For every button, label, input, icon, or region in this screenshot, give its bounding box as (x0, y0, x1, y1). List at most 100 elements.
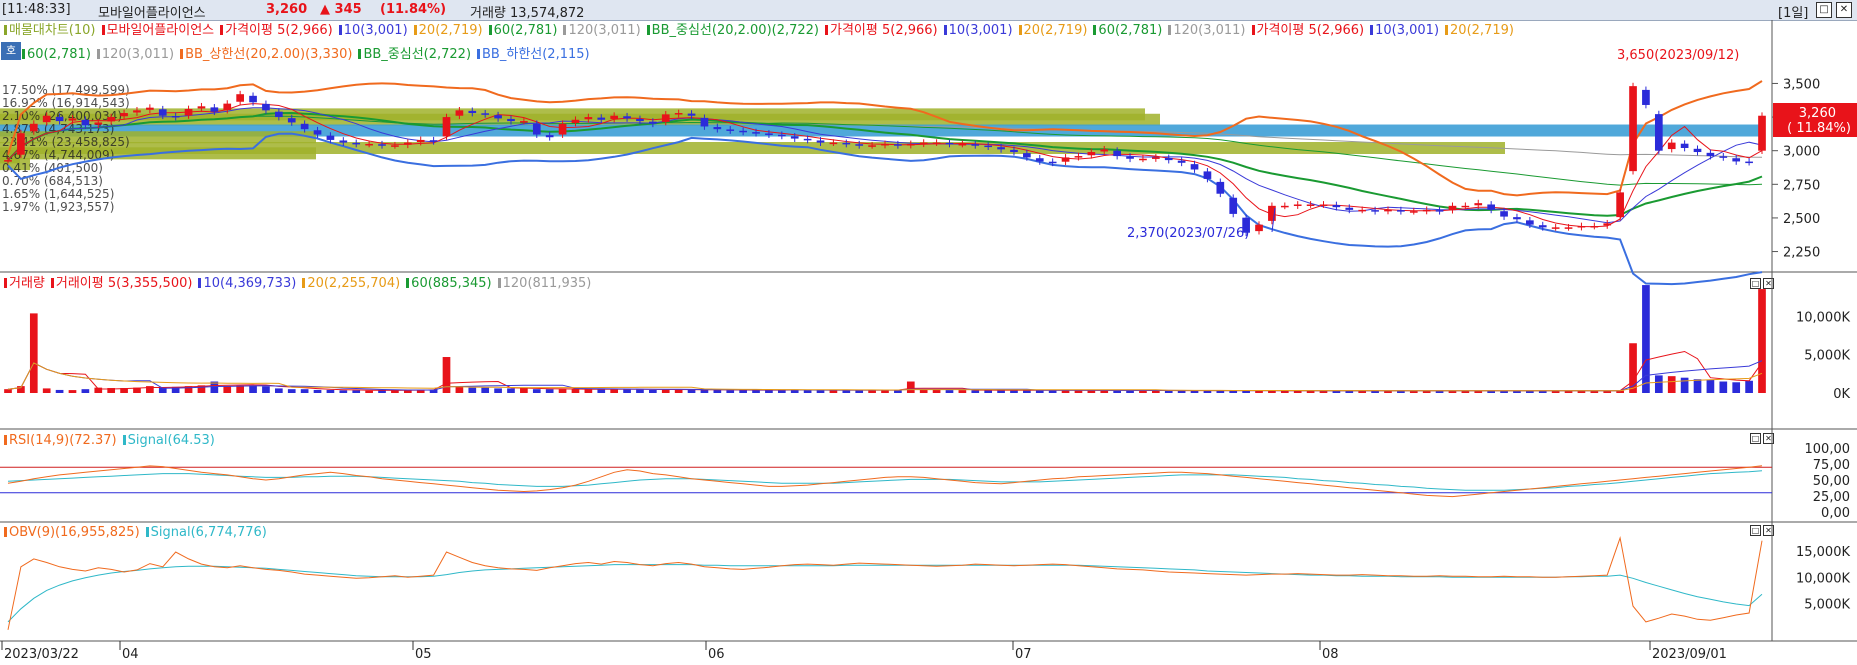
candle-body (674, 113, 683, 115)
candle-body (313, 130, 322, 135)
low-annotation: 2,370(2023/07/26) (1127, 226, 1249, 241)
candle-body (249, 95, 257, 103)
candle-body (1306, 204, 1315, 206)
candle-body (352, 142, 361, 145)
volume-bar (1693, 379, 1702, 393)
candle-body (1177, 160, 1186, 163)
volume-bar (1732, 382, 1741, 393)
volume-tick-label: 10,000K (1796, 310, 1850, 325)
volume-tick-label: 5,000K (1804, 349, 1850, 364)
candle-body (997, 147, 1005, 150)
volume-bar (919, 389, 928, 393)
current-price-tag-pct: ( 11.84%) (1787, 121, 1851, 136)
volume-bar (545, 389, 554, 393)
candle-body (1293, 204, 1302, 206)
volume-bar (1667, 376, 1676, 393)
volume-bar (1113, 390, 1121, 393)
candle-body (700, 117, 709, 127)
candle-body (1319, 204, 1328, 206)
candle-body (881, 143, 889, 146)
candle-body (1422, 209, 1431, 212)
volume-bar (1654, 375, 1663, 393)
volume-tick-label: 0K (1833, 387, 1850, 402)
obv-tick-label: 5,000K (1804, 598, 1850, 613)
candle-body (1332, 205, 1341, 208)
volume-bar (610, 389, 619, 393)
candle-body (94, 122, 103, 125)
volume-bar (1680, 377, 1689, 393)
candle-body (1448, 205, 1457, 211)
volume-bar (313, 389, 322, 393)
candle-body (339, 140, 348, 143)
volume-ma10-line (7, 360, 1763, 392)
candle-body (416, 139, 425, 143)
high-annotation: 3,650(2023/09/12) (1617, 48, 1739, 63)
volume-bar (520, 388, 528, 393)
volume-bar (455, 386, 464, 393)
candle-body (1693, 148, 1702, 153)
candle-body (236, 94, 244, 102)
candle-body (1255, 224, 1263, 232)
candle-body (1126, 156, 1134, 159)
candle-body (1629, 86, 1637, 172)
price-tick-label: 2,500 (1783, 212, 1820, 227)
obv-line (7, 535, 1763, 630)
x-tick-label: 08 (1322, 647, 1339, 662)
candle-body (1461, 205, 1470, 208)
candle-body (842, 142, 851, 145)
candle-body (1654, 114, 1663, 151)
stock-chart-canvas[interactable]: 17.50% (17,499,599)16.92% (16,914,543)2.… (0, 0, 1857, 665)
candle-body (326, 135, 335, 140)
volume-bar (494, 388, 502, 393)
candle-body (442, 117, 451, 137)
price-tick-label: 3,500 (1783, 77, 1820, 92)
volume-bar (687, 389, 696, 393)
candle-body (919, 142, 928, 145)
candle-body (790, 136, 799, 139)
volume-bar (223, 386, 232, 393)
volume-bar (262, 386, 270, 393)
candle-body (4, 160, 12, 162)
candle-body (1384, 209, 1392, 212)
candle-body (1551, 227, 1560, 229)
price-tick-label: 2,750 (1783, 178, 1820, 193)
candle-body (597, 117, 606, 120)
candle-body (1371, 210, 1379, 212)
candle-body (687, 113, 696, 116)
candle-body (1538, 225, 1547, 228)
candle-body (584, 117, 593, 120)
x-tick-label: 05 (415, 647, 432, 662)
candle-body (1048, 161, 1057, 164)
candle-body (1100, 149, 1109, 152)
candle-body (545, 135, 554, 138)
candle-body (739, 130, 747, 133)
volume-bar (558, 389, 567, 393)
candle-body (365, 143, 373, 146)
candle-body (494, 115, 502, 119)
candle-body (649, 121, 657, 124)
candle-body (1139, 158, 1147, 161)
candle-body (1358, 209, 1367, 212)
volume-bar (906, 381, 915, 393)
candle-body (1526, 220, 1534, 225)
candle-body (68, 118, 77, 121)
candle-body (378, 144, 386, 146)
candle-body (81, 119, 90, 126)
volume-bar (339, 390, 348, 393)
volume-bar (661, 389, 670, 393)
candle-body (1409, 211, 1418, 213)
volume-bar (249, 385, 257, 393)
candle-body (1603, 223, 1612, 226)
volume-bar (739, 390, 747, 393)
volume-bar (584, 389, 593, 393)
volume-bar (29, 313, 38, 393)
candle-body (1719, 156, 1728, 158)
volume-ma20-line (7, 362, 1763, 392)
candle-body (1023, 153, 1031, 158)
volume-bar (55, 389, 64, 393)
candle-body (1397, 210, 1405, 212)
candle-body (777, 134, 786, 137)
volume-bar (42, 388, 51, 393)
candle-body (1745, 161, 1753, 164)
candle-body (855, 144, 864, 146)
